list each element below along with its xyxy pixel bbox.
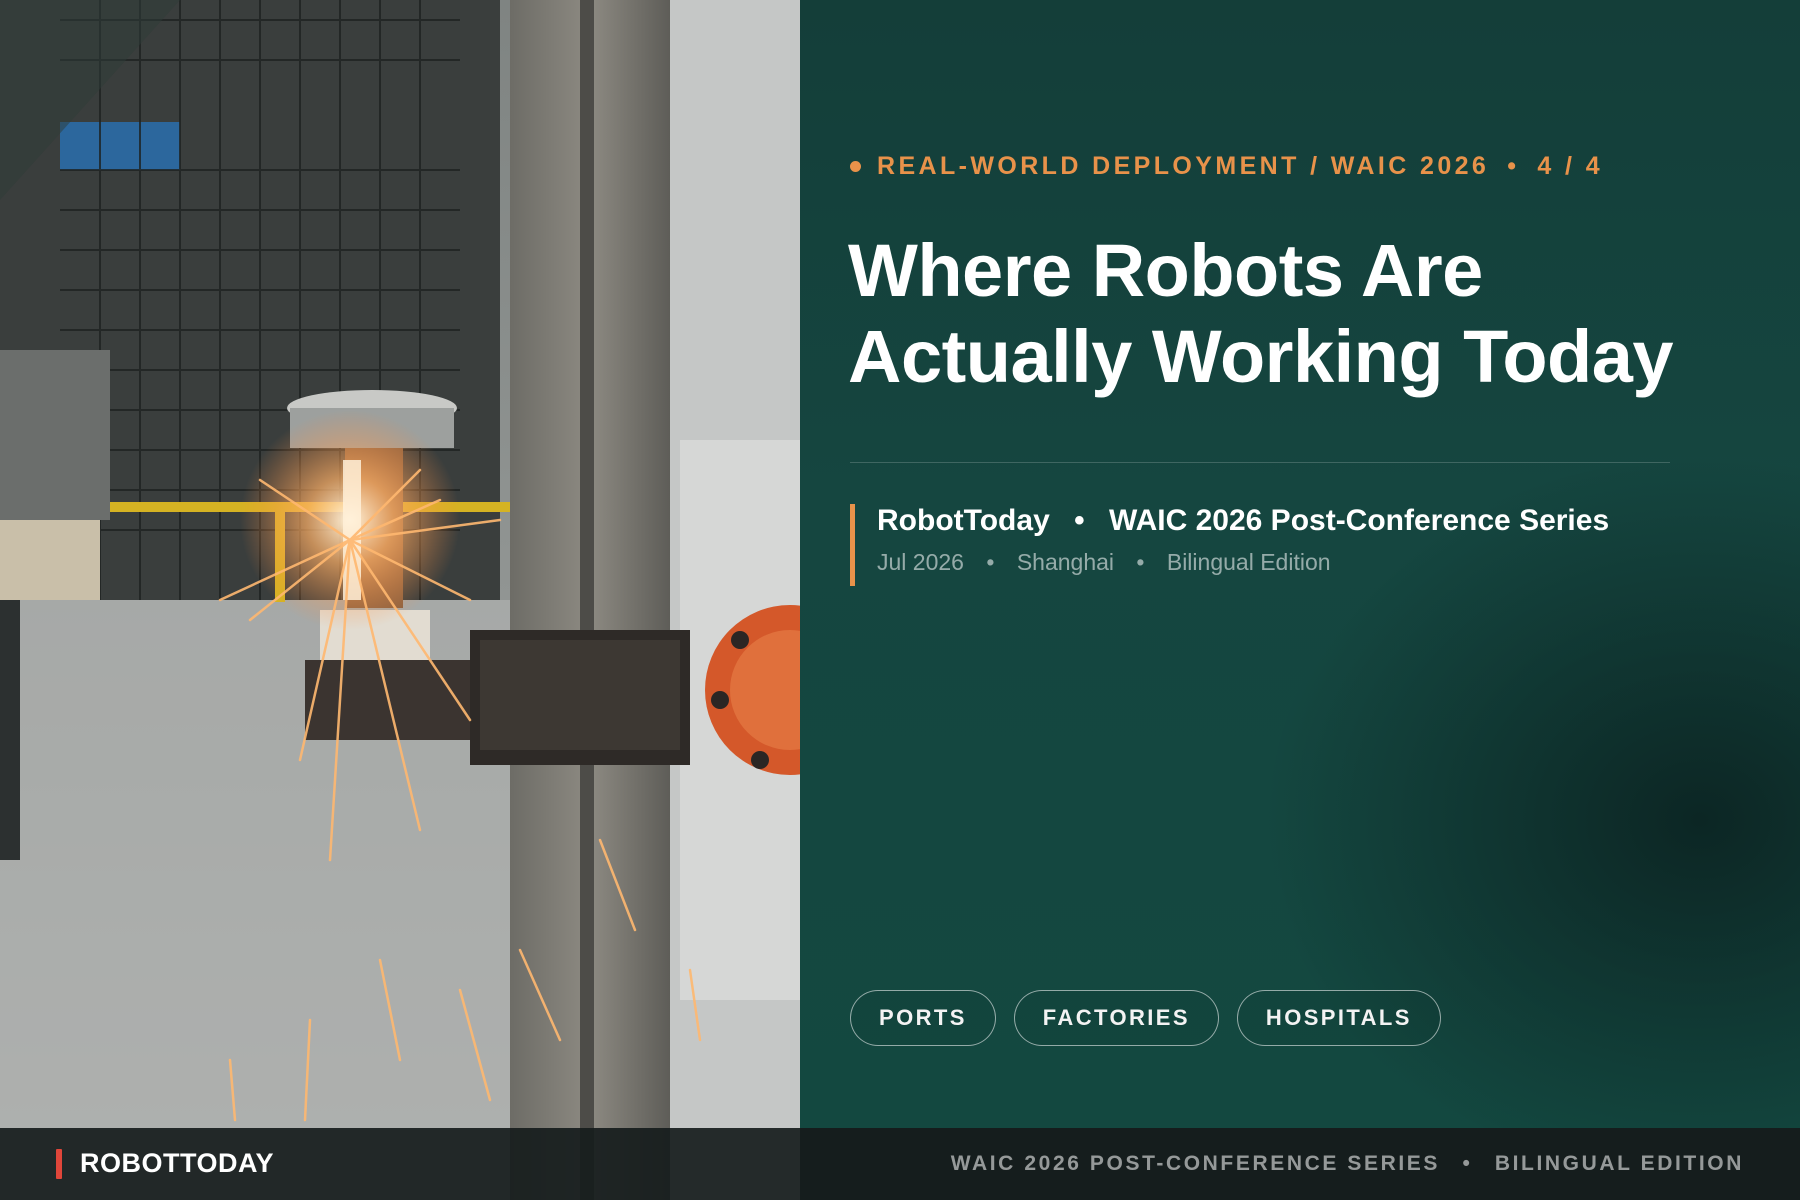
slide: REAL-WORLD DEPLOYMENT / WAIC 2026 • 4 / …	[0, 0, 1800, 1200]
tag-ports[interactable]: PORTS	[850, 990, 996, 1046]
welding-robot-photo	[0, 0, 800, 1200]
meta-separator: •	[986, 549, 995, 575]
publish-date: Jul 2026	[877, 549, 964, 575]
publisher-name: RobotToday	[877, 504, 1050, 537]
location: Shanghai	[1016, 549, 1115, 575]
brand-mark-icon	[56, 1148, 62, 1179]
title-line-2: Actually Working Today	[848, 315, 1674, 398]
tag-factories[interactable]: FACTORIES	[1013, 990, 1219, 1046]
page-title: Where Robots Are Actually Working Today	[848, 228, 1748, 400]
photo-illustration	[0, 0, 800, 1200]
content-panel: REAL-WORLD DEPLOYMENT / WAIC 2026 • 4 / …	[800, 0, 1800, 1128]
tag-list: PORTS FACTORIES HOSPITALS	[850, 990, 1441, 1046]
footer-edition: BILINGUAL EDITION	[1494, 1152, 1744, 1175]
eyebrow-separator: •	[1507, 152, 1520, 180]
eyebrow: REAL-WORLD DEPLOYMENT / WAIC 2026 • 4 / …	[850, 152, 1603, 181]
page-indicator: 4 / 4	[1537, 152, 1604, 180]
tag-hospitals[interactable]: HOSPITALS	[1236, 990, 1441, 1046]
divider	[850, 462, 1670, 463]
accent-dot-icon	[850, 161, 861, 172]
byline-separator: •	[1074, 504, 1085, 537]
edition: Bilingual Edition	[1166, 549, 1331, 575]
brand-name: ROBOTTODAY	[80, 1148, 275, 1178]
series-name: WAIC 2026 Post-Conference Series	[1108, 504, 1610, 537]
meta-separator: •	[1136, 549, 1145, 575]
footer-series-name: WAIC 2026 POST-CONFERENCE SERIES	[950, 1152, 1441, 1175]
byline-main: RobotToday • WAIC 2026 Post-Conference S…	[877, 500, 1609, 542]
byline: RobotToday • WAIC 2026 Post-Conference S…	[850, 504, 1609, 586]
eyebrow-section: REAL-WORLD DEPLOYMENT / WAIC 2026	[877, 152, 1490, 180]
footer-series: WAIC 2026 POST-CONFERENCE SERIES • BILIN…	[951, 1152, 1744, 1176]
footer-separator: •	[1462, 1152, 1473, 1175]
byline-meta: Jul 2026 • Shanghai • Bilingual Edition	[877, 542, 1609, 582]
footer-brand: ROBOTTODAY	[56, 1148, 274, 1179]
title-line-1: Where Robots Are	[848, 229, 1483, 312]
footer-bar: ROBOTTODAY WAIC 2026 POST-CONFERENCE SER…	[0, 1128, 1800, 1200]
